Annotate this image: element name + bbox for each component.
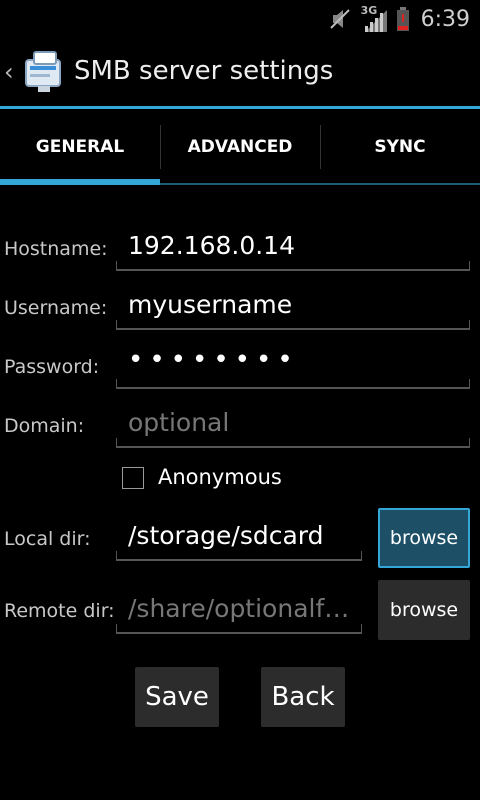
- up-chevron-icon[interactable]: ‹: [4, 58, 14, 86]
- domain-field[interactable]: optional: [116, 406, 470, 448]
- tab-sync[interactable]: SYNC: [320, 109, 480, 185]
- hostname-value: 192.168.0.14: [128, 231, 295, 260]
- domain-label: Domain:: [4, 415, 85, 437]
- remote-dir-label: Remote dir:: [4, 600, 115, 622]
- remote-dir-browse-button[interactable]: browse: [378, 580, 470, 640]
- hostname-field[interactable]: 192.168.0.14: [116, 229, 470, 271]
- anonymous-label[interactable]: Anonymous: [158, 465, 282, 489]
- action-bar: ‹ SMB server settings: [0, 38, 480, 106]
- remote-dir-field[interactable]: /share/optionalf…: [116, 592, 362, 634]
- status-bar: 3G 6:39: [0, 0, 480, 38]
- tab-bar: GENERAL ADVANCED SYNC: [0, 109, 480, 185]
- username-field[interactable]: myusername: [116, 288, 470, 330]
- local-dir-value: /storage/sdcard: [128, 521, 324, 550]
- hostname-label: Hostname:: [4, 238, 108, 260]
- app-icon[interactable]: [20, 48, 68, 96]
- tab-indicator: [320, 183, 480, 185]
- tab-label: SYNC: [374, 137, 426, 157]
- back-button[interactable]: Back: [261, 667, 345, 727]
- local-dir-browse-button[interactable]: browse: [378, 508, 470, 568]
- signal-icon: 3G: [361, 4, 389, 32]
- local-dir-field[interactable]: /storage/sdcard: [116, 519, 362, 561]
- tab-label: GENERAL: [35, 137, 125, 157]
- password-value: ••••••••: [128, 345, 299, 375]
- password-label: Password:: [4, 356, 100, 378]
- username-value: myusername: [128, 290, 293, 319]
- username-label: Username:: [4, 297, 108, 319]
- mute-icon: [329, 9, 350, 29]
- tab-indicator: [0, 179, 160, 185]
- password-field[interactable]: ••••••••: [116, 345, 470, 389]
- tab-label: ADVANCED: [187, 137, 293, 157]
- tab-general[interactable]: GENERAL: [0, 109, 160, 185]
- status-time: 6:39: [420, 6, 470, 32]
- tab-indicator: [160, 183, 320, 185]
- save-button[interactable]: Save: [135, 667, 219, 727]
- remote-dir-placeholder: /share/optionalf…: [128, 594, 350, 623]
- domain-placeholder: optional: [128, 408, 230, 437]
- local-dir-label: Local dir:: [4, 528, 91, 550]
- anonymous-checkbox[interactable]: [122, 467, 144, 489]
- screen-title: SMB server settings: [74, 56, 334, 86]
- battery-low-icon: [396, 7, 409, 31]
- tab-advanced[interactable]: ADVANCED: [160, 109, 320, 185]
